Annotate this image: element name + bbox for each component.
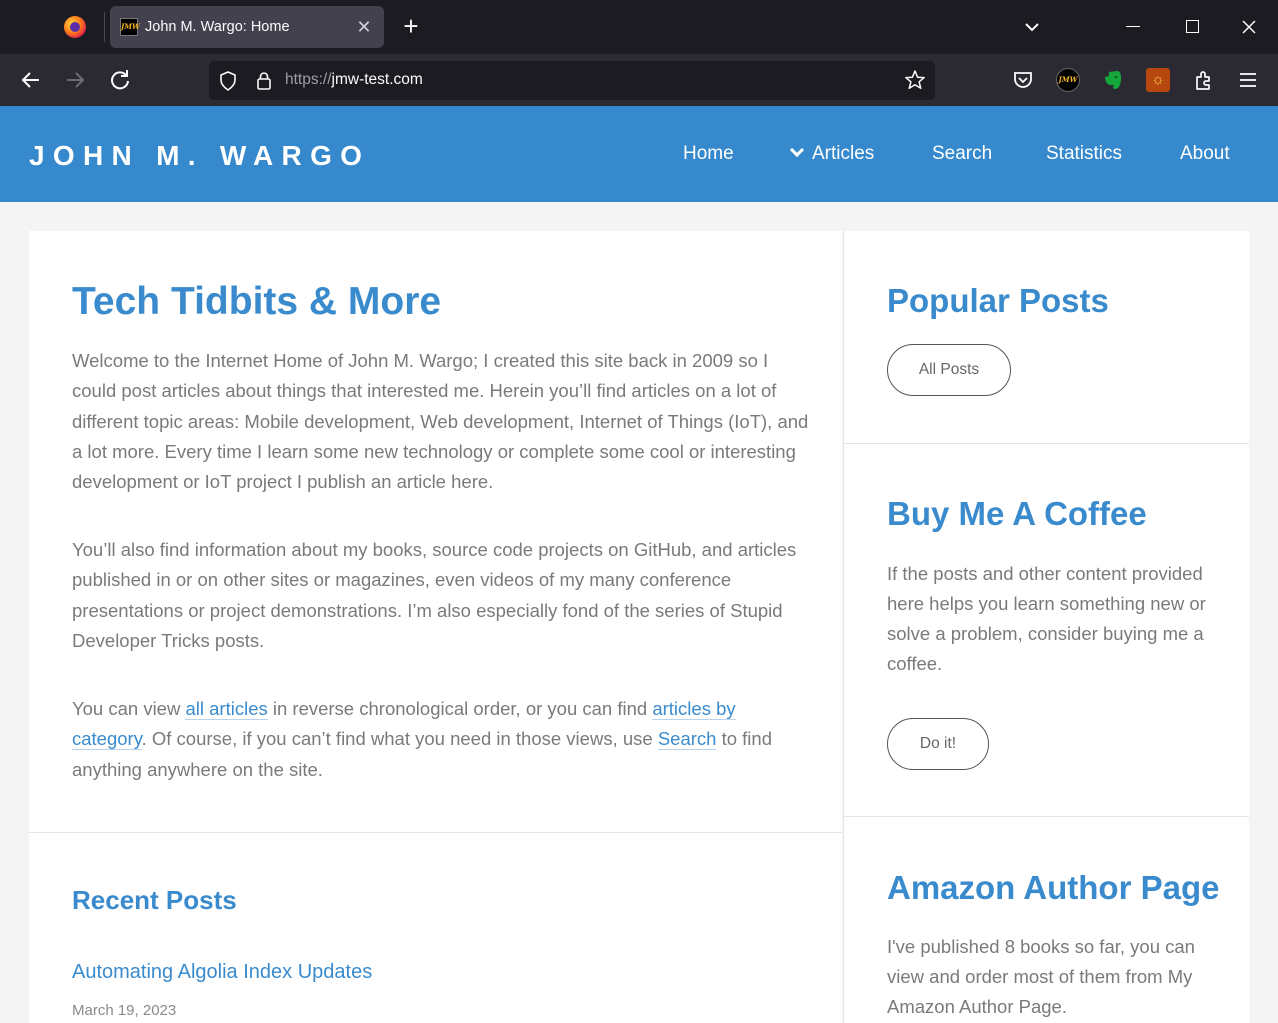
- url-scheme: https://: [285, 71, 332, 88]
- lock-icon[interactable]: [255, 71, 273, 91]
- amazon-heading: Amazon Author Page: [887, 869, 1220, 906]
- nav-home[interactable]: Home: [683, 142, 734, 166]
- all-posts-button[interactable]: All Posts: [887, 344, 1011, 396]
- nav-search[interactable]: Search: [932, 142, 992, 166]
- main-divider: [29, 832, 842, 833]
- tab-separator: [104, 12, 105, 42]
- chevron-down-icon: [789, 142, 805, 158]
- back-icon[interactable]: [16, 66, 46, 94]
- text-segment: . Of course, if you can’t find what you …: [141, 728, 658, 750]
- jmw-extension-icon[interactable]: JMW: [1056, 68, 1080, 92]
- amazon-text: I've published 8 books so far, you can v…: [887, 936, 1195, 1017]
- coffee-heading: Buy Me A Coffee: [887, 495, 1147, 532]
- search-link[interactable]: Search: [657, 728, 717, 751]
- minimize-icon[interactable]: [1126, 26, 1140, 27]
- address-bar[interactable]: https://jmw-test.com: [209, 61, 935, 100]
- reload-icon[interactable]: [105, 66, 135, 94]
- recent-post-date: March 19, 2023: [72, 1002, 177, 1019]
- forward-icon[interactable]: [60, 66, 90, 94]
- coffee-text: If the posts and other content provided …: [887, 563, 1206, 674]
- popular-posts-heading: Popular Posts: [887, 282, 1109, 319]
- sidebar-divider: [843, 443, 1249, 444]
- nav-about[interactable]: About: [1180, 142, 1230, 166]
- sidebar-divider: [843, 816, 1249, 817]
- recent-post-title[interactable]: Automating Algolia Index Updates: [72, 959, 372, 985]
- firefox-icon[interactable]: [64, 16, 86, 38]
- url-text[interactable]: https://jmw-test.com: [285, 71, 423, 89]
- books-paragraph: You’ll also find information about my bo…: [72, 539, 797, 651]
- sun-extension-icon[interactable]: ☼: [1146, 68, 1170, 92]
- text-segment: in reverse chronological order, or you c…: [267, 698, 653, 719]
- site-brand[interactable]: JOHN M. WARGO: [29, 139, 370, 173]
- page-title: Tech Tidbits & More: [72, 280, 442, 323]
- url-host: jmw-test.com: [331, 71, 423, 88]
- extensions-icon[interactable]: [1192, 68, 1216, 92]
- menu-icon[interactable]: [1236, 68, 1260, 92]
- pocket-icon[interactable]: [1011, 68, 1035, 92]
- coffee-button[interactable]: Do it!: [887, 718, 989, 770]
- tab-title: John M. Wargo: Home: [145, 19, 290, 35]
- star-icon[interactable]: [904, 69, 926, 91]
- text-segment: You can view: [72, 698, 186, 719]
- nav-statistics[interactable]: Statistics: [1046, 142, 1122, 166]
- navigation-paragraph: You can view all articles in reverse chr…: [72, 694, 812, 785]
- recent-posts-heading: Recent Posts: [72, 885, 237, 915]
- new-tab-button[interactable]: +: [398, 13, 424, 40]
- evernote-icon[interactable]: [1101, 68, 1125, 92]
- site-header: JOHN M. WARGO Home Articles Search Stati…: [0, 106, 1278, 202]
- tab-favicon-icon: JMW: [120, 18, 140, 36]
- tab-list-icon[interactable]: [1020, 14, 1044, 40]
- nav-articles[interactable]: Articles: [789, 142, 875, 166]
- intro-paragraph: Welcome to the Internet Home of John M. …: [72, 350, 809, 493]
- browser-tab-bar: JMW John M. Wargo: Home ✕ +: [0, 0, 1278, 54]
- active-tab[interactable]: JMW John M. Wargo: Home ✕: [110, 6, 384, 48]
- all-articles-link[interactable]: all articles: [185, 698, 268, 720]
- tab-close-icon[interactable]: ✕: [354, 16, 374, 38]
- close-icon[interactable]: [1236, 14, 1262, 40]
- nav-articles-label: Articles: [812, 143, 875, 164]
- maximize-icon[interactable]: [1186, 20, 1199, 33]
- shield-icon[interactable]: [219, 71, 237, 91]
